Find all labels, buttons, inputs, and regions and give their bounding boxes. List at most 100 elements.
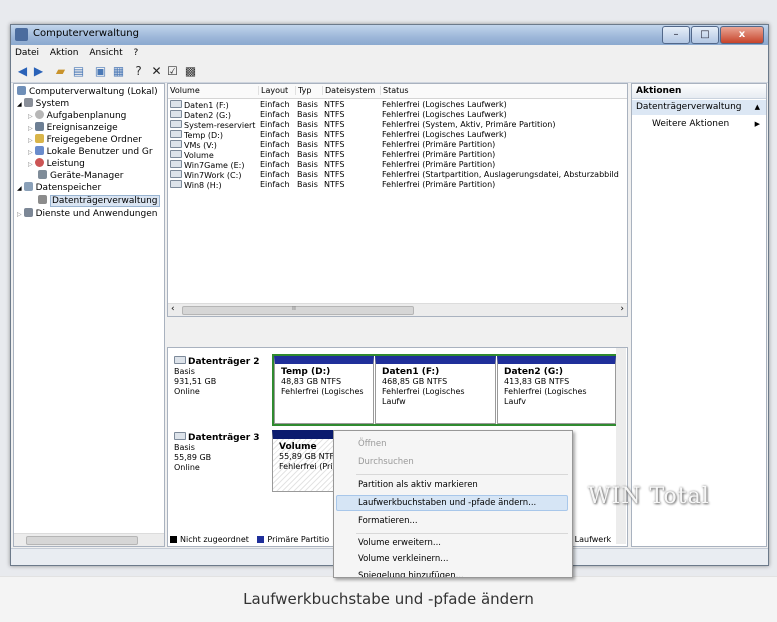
scroll-right-icon[interactable]: › — [620, 304, 624, 314]
users-icon — [34, 146, 44, 155]
help-icon[interactable]: ? — [131, 64, 146, 79]
volume-icon — [170, 170, 182, 178]
volume-layout: Einfach — [260, 180, 290, 189]
tree-item-storage[interactable]: ◢ Datenspeicher — [17, 182, 101, 194]
disk-properties-icon[interactable]: ▩ — [183, 64, 198, 79]
navigation-tree: Computerverwaltung (Lokal) ◢ System ▷ Aufg… — [13, 83, 165, 547]
volume-status: Fehlerfrei (Primäre Partition) — [382, 150, 496, 159]
menu-item-open[interactable]: Öffnen — [358, 437, 387, 451]
collapse-arrow-icon[interactable]: ▲ — [755, 100, 760, 115]
checklist-icon[interactable]: ☑ — [165, 64, 180, 79]
volume-filesystem: NTFS — [324, 180, 345, 189]
expander-icon[interactable]: ▷ — [28, 125, 33, 132]
volume-icon — [170, 160, 182, 168]
volume-list: Volume Layout Typ Dateisystem Status Dat… — [167, 83, 628, 317]
tree-item-system[interactable]: ◢ System — [17, 98, 69, 110]
scroll-left-icon[interactable]: ‹ — [171, 304, 175, 314]
tree-item-device-manager[interactable]: Geräte-Manager — [38, 170, 124, 182]
computer-icon — [17, 86, 26, 95]
volume-type: Basis — [297, 110, 318, 119]
header-layout[interactable]: Layout — [258, 86, 288, 95]
volume-row[interactable]: System-reserviert Einfach Basis NTFS Fehlerf… — [168, 120, 627, 130]
volume-name: System-reserviert — [184, 121, 256, 130]
volume-row[interactable]: Win8 (H:) Einfach Basis NTFS Fehlerfrei (Pri… — [168, 180, 627, 190]
tree-item-computer-management[interactable]: Computerverwaltung (Lokal) — [17, 86, 158, 98]
show-tree-icon[interactable]: ▤ — [71, 64, 86, 79]
submenu-arrow-icon: ▶ — [754, 120, 760, 128]
tree-item-services[interactable]: ▷ Dienste und Anwendungen — [17, 208, 157, 220]
header-type[interactable]: Typ — [295, 86, 311, 95]
expander-icon[interactable]: ▷ — [17, 211, 22, 218]
tree-item-event-viewer[interactable]: ▷ Ereignisanzeige — [28, 122, 118, 134]
volume-name: Win7Work (C:) — [184, 171, 242, 180]
partition-daten1[interactable]: Daten1 (F:) 468,85 GB NTFS Fehlerfrei (L… — [375, 356, 496, 424]
legend-primary-swatch — [257, 536, 265, 543]
delete-icon[interactable]: ✕ — [149, 64, 164, 79]
disk-name: Datenträger 2 — [188, 357, 260, 367]
menu-item-change-drive-letter[interactable]: Laufwerkbuchstaben und -pfade ändern... — [358, 496, 536, 510]
menu-item-extend-volume[interactable]: Volume erweitern... — [358, 536, 441, 550]
maximize-button[interactable]: □ — [691, 26, 719, 44]
tree-item-task-scheduler[interactable]: ▷ Aufgabenplanung — [28, 110, 126, 122]
volume-row[interactable]: Win7Game (E:) Einfach Basis NTFS Fehlerfrei … — [168, 160, 627, 170]
volume-filesystem: NTFS — [324, 150, 345, 159]
menu-item-explore[interactable]: Durchsuchen — [358, 455, 414, 469]
expander-icon[interactable]: ◢ — [17, 185, 22, 192]
menu-item-add-mirror[interactable]: Spiegelung hinzufügen... — [358, 569, 464, 577]
context-menu: Öffnen Durchsuchen Partition als aktiv m… — [333, 430, 573, 578]
expander-icon[interactable]: ▷ — [28, 113, 33, 120]
volume-row[interactable]: Volume Einfach Basis NTFS Fehlerfrei (Primär… — [168, 150, 627, 160]
volume-name: VMs (V:) — [184, 141, 217, 150]
up-folder-icon[interactable]: ▰ — [53, 64, 68, 79]
volume-type: Basis — [297, 160, 318, 169]
menu-ansicht[interactable]: Ansicht — [85, 46, 126, 60]
volume-row[interactable]: Win7Work (C:) Einfach Basis NTFS Fehlerfrei … — [168, 170, 627, 180]
volume-status: Fehlerfrei (Primäre Partition) — [382, 140, 496, 149]
volume-row[interactable]: Daten1 (F:) Einfach Basis NTFS Fehlerfrei (L… — [168, 100, 627, 110]
volume-type: Basis — [297, 180, 318, 189]
expander-icon[interactable]: ▷ — [28, 149, 33, 156]
tree-item-performance[interactable]: ▷ Leistung — [28, 158, 85, 170]
tree-item-local-users[interactable]: ▷ Lokale Benutzer und Gr — [28, 146, 153, 158]
volume-list-scrollbar[interactable]: ‹ ıı › — [168, 303, 627, 316]
minimize-button[interactable]: – — [662, 26, 690, 44]
wintotal-watermark: WIN Total — [588, 484, 710, 509]
volume-icon — [170, 150, 182, 158]
close-button[interactable]: x — [720, 26, 764, 44]
expander-icon[interactable]: ◢ — [17, 101, 22, 108]
disk-pane-scrollbar[interactable] — [616, 348, 626, 544]
disk-2-info[interactable]: Datenträger 2 Basis 931,51 GB Online — [174, 356, 260, 397]
expander-icon[interactable]: ▷ — [28, 161, 33, 168]
volume-icon — [170, 140, 182, 148]
volume-row[interactable]: VMs (V:) Einfach Basis NTFS Fehlerfrei (Prim… — [168, 140, 627, 150]
menu-datei[interactable]: Datei — [11, 46, 43, 60]
disk-3-info[interactable]: Datenträger 3 Basis 55,89 GB Online — [174, 432, 260, 473]
partition-daten2[interactable]: Daten2 (G:) 413,83 GB NTFS Fehlerfrei (L… — [497, 356, 616, 424]
header-status[interactable]: Status — [380, 86, 409, 95]
tree-horizontal-scrollbar[interactable] — [14, 533, 164, 546]
actions-section-disk-management[interactable]: Datenträgerverwaltung ▲ — [632, 100, 766, 115]
tree-item-shared-folders[interactable]: ▷ Freigegebene Ordner — [28, 134, 142, 146]
partition-temp[interactable]: Temp (D:) 48,83 GB NTFS Fehlerfrei (Logi… — [274, 356, 374, 424]
volume-icon — [170, 130, 182, 138]
volume-row[interactable]: Daten2 (G:) Einfach Basis NTFS Fehlerfrei (L… — [168, 110, 627, 120]
expander-icon[interactable]: ▷ — [28, 137, 33, 144]
back-arrow-icon[interactable]: ◀ — [15, 64, 30, 79]
volume-filesystem: NTFS — [324, 130, 345, 139]
header-volume[interactable]: Volume — [168, 86, 200, 95]
menu-help[interactable]: ? — [129, 46, 142, 60]
more-actions-item[interactable]: Weitere Aktionen ▶ — [652, 117, 762, 131]
tree-item-disk-management[interactable]: Datenträgerverwaltung — [38, 195, 160, 207]
forward-arrow-icon[interactable]: ▶ — [31, 64, 46, 79]
volume-status: Fehlerfrei (Primäre Partition) — [382, 160, 496, 169]
menu-item-mark-active[interactable]: Partition als aktiv markieren — [358, 478, 478, 492]
view-icon[interactable]: ▦ — [111, 64, 126, 79]
disk-icon — [174, 432, 186, 440]
title-bar[interactable]: Computerverwaltung – □ x — [11, 25, 768, 45]
menu-item-shrink-volume[interactable]: Volume verkleinern... — [358, 552, 448, 566]
header-filesystem[interactable]: Dateisystem — [322, 86, 375, 95]
volume-row[interactable]: Temp (D:) Einfach Basis NTFS Fehlerfrei (Log… — [168, 130, 627, 140]
menu-aktion[interactable]: Aktion — [46, 46, 83, 60]
menu-item-format[interactable]: Formatieren... — [358, 514, 418, 528]
properties-icon[interactable]: ▣ — [93, 64, 108, 79]
